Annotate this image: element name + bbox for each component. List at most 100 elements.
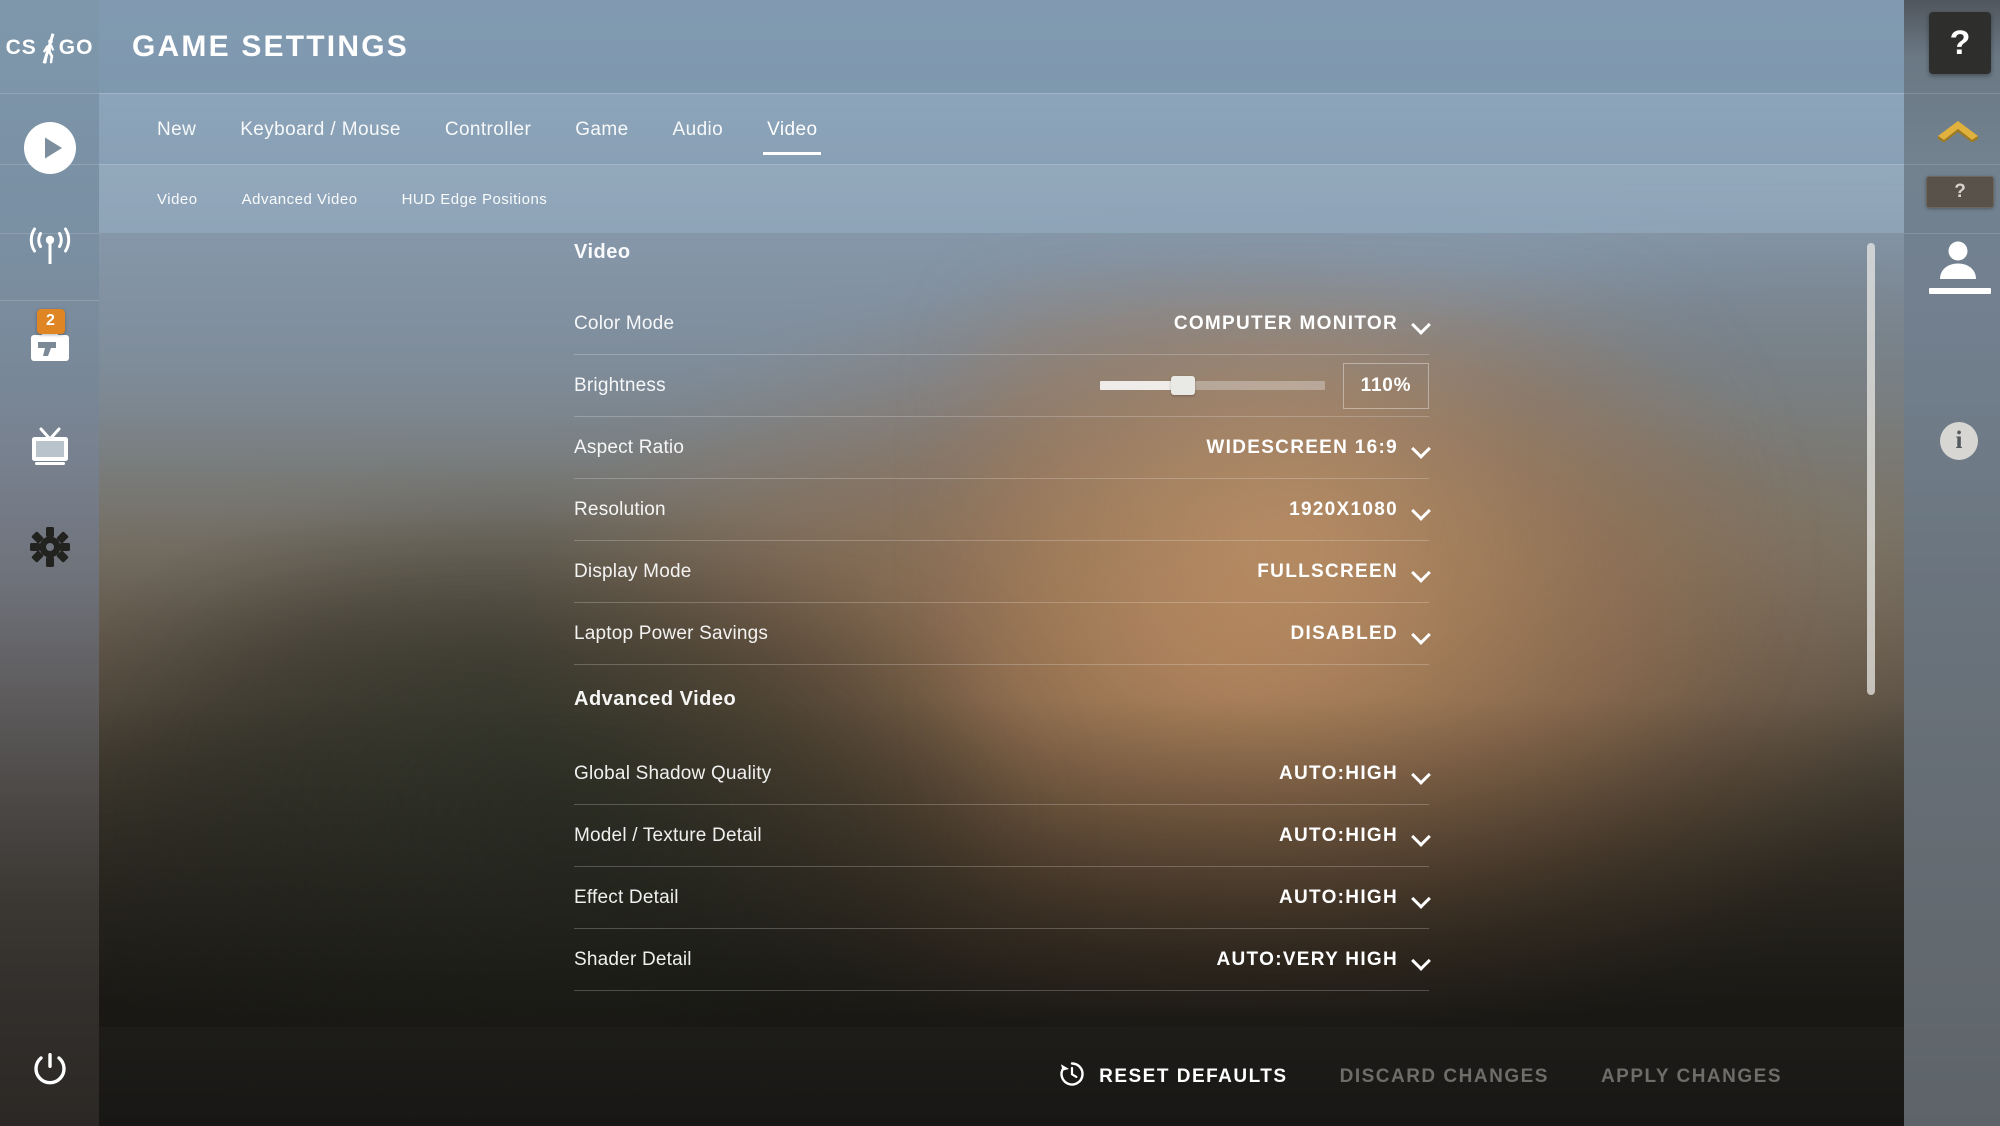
- setting-label: Shader Detail: [574, 948, 692, 970]
- secondary-tabs: Video Advanced Video HUD Edge Positions: [135, 165, 569, 234]
- content-scrollbar[interactable]: [1867, 243, 1875, 1017]
- setting-dropdown[interactable]: COMPUTER MONITOR: [1174, 313, 1429, 335]
- brightness-slider-group[interactable]: 110%: [1100, 362, 1429, 409]
- setting-value: AUTO:HIGH: [1278, 824, 1398, 846]
- setting-value: FULLSCREEN: [1257, 560, 1398, 582]
- section-heading: Advanced Video: [574, 688, 737, 710]
- subtab-hud-edge-positions[interactable]: HUD Edge Positions: [380, 165, 570, 234]
- help-button[interactable]: ?: [1929, 12, 1991, 74]
- sidebar-item-broadcast[interactable]: [0, 218, 99, 280]
- sidebar-item-watch[interactable]: [0, 418, 99, 480]
- reset-clock-icon: [1058, 1060, 1086, 1094]
- rail-divider: [0, 93, 99, 94]
- logo-player-glyph: [38, 35, 58, 63]
- section-heading: Video: [574, 241, 631, 263]
- chevron-down-icon: [1412, 951, 1429, 968]
- csgo-logo: CS GO: [0, 22, 99, 74]
- setting-value: 1920X1080: [1289, 498, 1398, 520]
- chevron-down-icon: [1412, 625, 1429, 642]
- setting-row[interactable]: Laptop Power Savings DISABLED: [574, 603, 1429, 665]
- setting-dropdown[interactable]: 1920X1080: [1289, 499, 1429, 521]
- reset-defaults-button[interactable]: RESET DEFAULTS: [1032, 1060, 1314, 1094]
- inventory-badge: 2: [36, 308, 65, 334]
- chevron-down-icon: [1412, 765, 1429, 782]
- setting-row[interactable]: Display Mode FULLSCREEN: [574, 541, 1429, 603]
- setting-dropdown[interactable]: AUTO:HIGH: [1279, 825, 1429, 847]
- sidebar-item-power[interactable]: [0, 1042, 99, 1100]
- setting-row[interactable]: Global Shadow Quality AUTO:HIGH: [574, 743, 1429, 805]
- info-icon[interactable]: i: [1940, 422, 1978, 460]
- setting-row[interactable]: Color Mode COMPUTER MONITOR: [574, 293, 1429, 355]
- setting-label: Laptop Power Savings: [574, 622, 769, 644]
- apply-changes-button[interactable]: APPLY CHANGES: [1575, 1066, 1808, 1088]
- watch-icon: [24, 423, 76, 476]
- tab-game[interactable]: Game: [553, 94, 650, 165]
- settings-content: Video Color Mode COMPUTER MONITOR Brightnes…: [99, 233, 1904, 1027]
- setting-label: Color Mode: [574, 312, 675, 334]
- tab-video[interactable]: Video: [745, 94, 839, 165]
- chevron-down-icon: [1412, 315, 1429, 332]
- setting-value: WIDESCREEN 16:9: [1206, 436, 1398, 458]
- apply-changes-label: APPLY CHANGES: [1600, 1065, 1782, 1087]
- setting-row[interactable]: Aspect Ratio WIDESCREEN 16:9: [574, 417, 1429, 479]
- secondary-help-button[interactable]: ?: [1926, 176, 1994, 208]
- setting-dropdown[interactable]: AUTO:HIGH: [1279, 763, 1429, 785]
- page-header: GAME SETTINGS: [99, 0, 1904, 93]
- subtab-video[interactable]: Video: [135, 165, 220, 234]
- chevron-down-icon: [1412, 827, 1429, 844]
- scrollbar-thumb[interactable]: [1867, 243, 1875, 695]
- tab-new[interactable]: New: [135, 94, 218, 165]
- logo-cs-text: CS: [5, 36, 37, 59]
- tab-controller[interactable]: Controller: [423, 94, 553, 165]
- setting-row[interactable]: Shader Detail AUTO:VERY HIGH: [574, 929, 1429, 991]
- setting-row[interactable]: Brightness 110%: [574, 355, 1429, 417]
- reset-defaults-label: RESET DEFAULTS: [1099, 1065, 1288, 1087]
- setting-dropdown[interactable]: AUTO:VERY HIGH: [1217, 949, 1429, 971]
- setting-value: AUTO:HIGH: [1278, 762, 1398, 784]
- setting-value: COMPUTER MONITOR: [1173, 312, 1398, 334]
- setting-dropdown[interactable]: DISABLED: [1290, 623, 1429, 645]
- setting-label: Display Mode: [574, 560, 692, 582]
- setting-row[interactable]: Model / Texture Detail AUTO:HIGH: [574, 805, 1429, 867]
- primary-tabbar: New Keyboard / Mouse Controller Game Audio Vi…: [99, 93, 1904, 164]
- gear-icon: [25, 522, 75, 577]
- setting-label: Global Shadow Quality: [574, 762, 772, 784]
- setting-label: Brightness: [574, 374, 666, 396]
- chevron-down-icon: [1412, 889, 1429, 906]
- sidebar-item-play[interactable]: [0, 119, 99, 181]
- brightness-slider[interactable]: [1100, 376, 1325, 395]
- setting-value: AUTO:VERY HIGH: [1216, 948, 1398, 970]
- setting-dropdown[interactable]: AUTO:HIGH: [1279, 887, 1429, 909]
- tab-audio[interactable]: Audio: [651, 94, 746, 165]
- play-icon: [21, 119, 79, 182]
- rank-chevron-icon[interactable]: [1934, 116, 1982, 143]
- setting-dropdown[interactable]: WIDESCREEN 16:9: [1206, 437, 1429, 459]
- slider-thumb[interactable]: [1171, 376, 1196, 395]
- discard-changes-label: DISCARD CHANGES: [1339, 1065, 1549, 1087]
- setting-label: Effect Detail: [574, 886, 679, 908]
- power-icon: [28, 1047, 72, 1096]
- brightness-value[interactable]: 110%: [1343, 362, 1429, 409]
- setting-row[interactable]: Resolution 1920X1080: [574, 479, 1429, 541]
- sidebar-item-settings[interactable]: [0, 518, 99, 580]
- discard-changes-button[interactable]: DISCARD CHANGES: [1314, 1066, 1575, 1088]
- setting-row[interactable]: Effect Detail AUTO:HIGH: [574, 867, 1429, 929]
- avatar-icon[interactable]: [1934, 240, 1982, 280]
- right-rail-divider: [1904, 164, 2000, 165]
- logo-go-text: GO: [58, 36, 94, 59]
- right-rail-divider: [1904, 233, 2000, 234]
- setting-value: DISABLED: [1290, 622, 1398, 644]
- subtab-advanced-video[interactable]: Advanced Video: [220, 165, 380, 234]
- csgo-settings-screen: CS GO 2 GAME SETTINGS New Keyboard / Mou…: [0, 0, 2000, 1126]
- secondary-navbar: Video Advanced Video HUD Edge Positions: [99, 164, 1904, 233]
- page-title: GAME SETTINGS: [132, 30, 409, 63]
- setting-label: Resolution: [574, 498, 666, 520]
- setting-dropdown[interactable]: FULLSCREEN: [1257, 561, 1429, 583]
- tab-keyboard-mouse[interactable]: Keyboard / Mouse: [218, 94, 423, 165]
- avatar-underline: [1929, 288, 1991, 294]
- chevron-down-icon: [1412, 563, 1429, 580]
- right-sidebar: ? ? i: [1904, 0, 2000, 1126]
- right-rail-divider: [1904, 93, 2000, 94]
- sidebar-item-inventory[interactable]: 2: [0, 308, 99, 380]
- primary-tabs: New Keyboard / Mouse Controller Game Audio Vi…: [135, 94, 839, 165]
